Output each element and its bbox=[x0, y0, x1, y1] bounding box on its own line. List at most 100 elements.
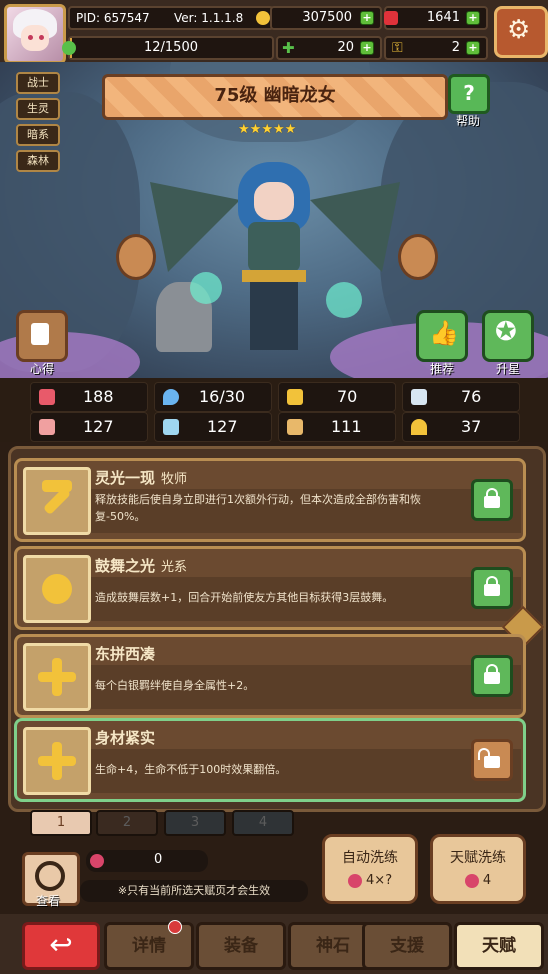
key-amount: 2 bbox=[451, 40, 460, 55]
talent-slot-1[interactable]: 灵光一现 牧师 释放技能后使自身立即进行1次额外行动，但本次造成全部伤害和恢复-5… bbox=[14, 458, 526, 542]
hammer-icon bbox=[23, 467, 91, 535]
auto-refine-button[interactable]: 自动洗练 4×? bbox=[322, 834, 418, 904]
talent-slot-2[interactable]: 鼓舞之光 光系 造成鼓舞层数+1，回合开始前使友方其他目标获得3层鼓舞。 bbox=[14, 546, 526, 630]
key-display: ⚿ 2 + bbox=[384, 36, 488, 60]
gold-display: 307500 + bbox=[270, 6, 382, 30]
talent-page-note: ※只有当前所选天赋页才会生效 bbox=[80, 880, 308, 902]
gear-icon: ⚙ bbox=[507, 15, 531, 45]
hero-tag-terrain: 森林 bbox=[16, 150, 60, 172]
stat-speed-value: 76 bbox=[461, 387, 482, 406]
potion-icon bbox=[464, 873, 479, 888]
experience-text: 12/1500 bbox=[143, 40, 198, 55]
help-label: 帮助 bbox=[455, 114, 480, 128]
star-up-label: 升星 bbox=[495, 362, 520, 376]
pid-version-bar: PID: 657547 Ver: 1.1.1.8 bbox=[68, 6, 274, 30]
version-label: Ver: 1.1.1.8 bbox=[174, 11, 244, 25]
help-button[interactable]: ? bbox=[448, 74, 490, 114]
hero-character[interactable] bbox=[150, 152, 400, 372]
star-icon: ★ bbox=[238, 122, 250, 137]
talent-name: 灵光一现 牧师 bbox=[95, 469, 188, 487]
back-button[interactable]: ↩ bbox=[22, 922, 100, 970]
hero-tag-element: 暗系 bbox=[16, 124, 60, 146]
auto-refine-cost: 4×? bbox=[366, 873, 393, 888]
lock-button[interactable] bbox=[471, 479, 513, 521]
stat-attack: 127 bbox=[30, 412, 148, 442]
heart-icon bbox=[39, 389, 55, 405]
talent-refine-cost: 4 bbox=[482, 873, 492, 888]
settings-button[interactable]: ⚙ bbox=[494, 6, 548, 58]
talent-page-tab-4[interactable]: 4 bbox=[232, 810, 294, 836]
stat-luck-value: 37 bbox=[461, 417, 482, 436]
unlock-button[interactable] bbox=[471, 739, 513, 781]
ruby-icon bbox=[384, 11, 398, 25]
notification-dot bbox=[168, 920, 182, 934]
hero-stats: 188 16/30 70 76 127 127 111 37 bbox=[0, 378, 548, 442]
shield-icon bbox=[287, 389, 303, 405]
star-icon: ✪ bbox=[495, 317, 517, 347]
add-gold-button[interactable]: + bbox=[360, 11, 374, 25]
next-hero-button[interactable] bbox=[398, 234, 438, 280]
star-up-button[interactable]: ✪ bbox=[482, 310, 534, 362]
talent-refine-button[interactable]: 天赋洗练 4 bbox=[430, 834, 526, 904]
stat-speed: 76 bbox=[402, 382, 520, 412]
green-orb-icon bbox=[62, 41, 76, 55]
potion-count: 0 bbox=[154, 852, 163, 867]
talent-page-tab-2[interactable]: 2 bbox=[96, 810, 158, 836]
star-icon: ★ bbox=[272, 122, 285, 137]
experience-bar: 12/1500 bbox=[62, 36, 274, 60]
notebook-icon bbox=[31, 323, 49, 345]
water-drop-icon bbox=[163, 389, 179, 405]
clover-display: ✚ 20 + bbox=[276, 36, 382, 60]
nav-support[interactable]: 支援 bbox=[362, 922, 452, 970]
thumbs-up-icon: 👍 bbox=[429, 319, 459, 347]
hero-tag-class: 战士 bbox=[16, 72, 60, 94]
star-icon: ★ bbox=[261, 122, 273, 137]
nav-equipment[interactable]: 装备 bbox=[196, 922, 286, 970]
player-id: PID: 657547 bbox=[76, 11, 150, 25]
back-arrow-icon: ↩ bbox=[49, 928, 73, 961]
clover-amount: 20 bbox=[337, 40, 354, 55]
talent-description: 每个白银羁绊使自身全属性+2。 bbox=[95, 679, 255, 692]
talent-description: 释放技能后使自身立即进行1次额外行动，但本次造成全部伤害和恢复-50%。 bbox=[95, 493, 421, 523]
talent-refine-label: 天赋洗练 bbox=[450, 850, 506, 866]
cross-icon bbox=[23, 727, 91, 795]
hero-name-banner: 75级 幽暗龙女 bbox=[102, 74, 448, 120]
recommend-label: 推荐 bbox=[429, 362, 454, 376]
recommend-button[interactable]: 👍 bbox=[416, 310, 468, 362]
talent-page-tab-3[interactable]: 3 bbox=[164, 810, 226, 836]
clover-icon: ✚ bbox=[282, 39, 295, 57]
hero-scene: 战士 生灵 暗系 森林 75级 幽暗龙女 ★★★★★ ? 帮助 心得 👍 推荐 … bbox=[0, 62, 548, 378]
talent-name: 鼓舞之光 光系 bbox=[95, 557, 188, 575]
stat-attack-value: 127 bbox=[83, 417, 114, 436]
nav-talent[interactable]: 天赋 bbox=[454, 922, 544, 970]
gold-amount: 307500 bbox=[302, 10, 352, 25]
talent-page-tab-1[interactable]: 1 bbox=[30, 810, 92, 836]
talent-name: 东拼西凑 bbox=[95, 645, 156, 663]
view-label: 查看 bbox=[35, 894, 60, 908]
add-clover-button[interactable]: + bbox=[360, 41, 374, 55]
previous-hero-button[interactable] bbox=[116, 234, 156, 280]
insights-button[interactable] bbox=[16, 310, 68, 362]
stat-defense-value: 70 bbox=[337, 387, 358, 406]
stat-magic: 127 bbox=[154, 412, 272, 442]
potion-icon bbox=[347, 873, 362, 888]
hero-tag-race: 生灵 bbox=[16, 98, 60, 120]
gem-amount: 1641 bbox=[426, 10, 460, 25]
lock-button[interactable] bbox=[471, 567, 513, 609]
top-bar: PID: 657547 Ver: 1.1.1.8 307500 + 1641 +… bbox=[0, 0, 548, 65]
auto-refine-label: 自动洗练 bbox=[342, 850, 398, 866]
star-icon: ★ bbox=[249, 122, 262, 137]
hero-star-rating: ★★★★★ bbox=[238, 118, 310, 136]
sun-icon bbox=[23, 555, 91, 623]
add-key-button[interactable]: + bbox=[466, 41, 480, 55]
talent-slot-3[interactable]: 东拼西凑 每个白银羁绊使自身全属性+2。 bbox=[14, 634, 526, 718]
gem-display: 1641 + bbox=[384, 6, 488, 30]
add-gems-button[interactable]: + bbox=[466, 11, 480, 25]
lock-button[interactable] bbox=[471, 655, 513, 697]
stat-magic-value: 127 bbox=[207, 417, 238, 436]
talent-description: 生命+4，生命不低于100时效果翻倍。 bbox=[95, 763, 287, 776]
talent-slot-4[interactable]: 身材紧实 生命+4，生命不低于100时效果翻倍。 bbox=[14, 718, 526, 802]
talent-name: 身材紧实 bbox=[95, 729, 156, 747]
question-icon: ? bbox=[463, 81, 475, 105]
player-avatar[interactable] bbox=[4, 4, 66, 64]
